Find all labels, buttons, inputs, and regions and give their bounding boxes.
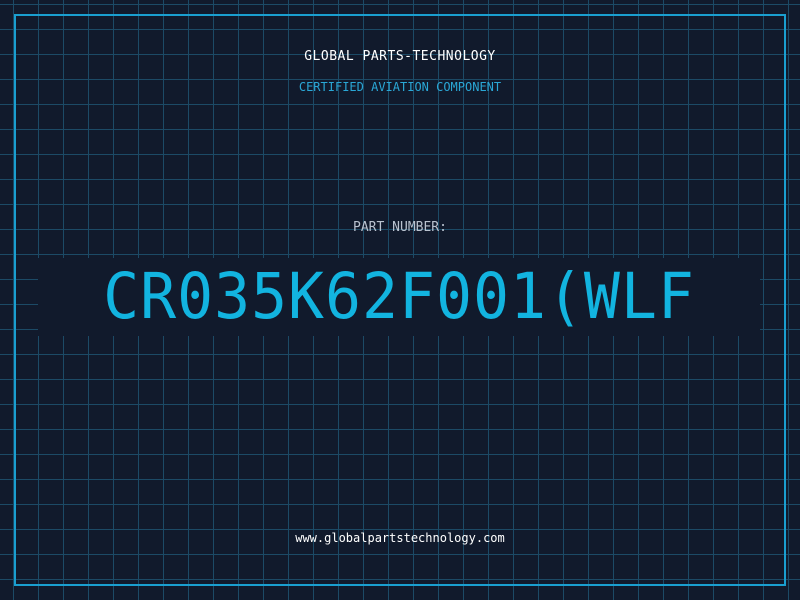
website-url: www.globalpartstechnology.com xyxy=(295,531,505,545)
part-number-label: PART NUMBER: xyxy=(353,220,447,235)
company-name: GLOBAL PARTS-TECHNOLOGY xyxy=(304,49,496,64)
part-number-value: CR035K62F001(WLF xyxy=(103,260,695,333)
certification-tagline: CERTIFIED AVIATION COMPONENT xyxy=(298,80,502,94)
